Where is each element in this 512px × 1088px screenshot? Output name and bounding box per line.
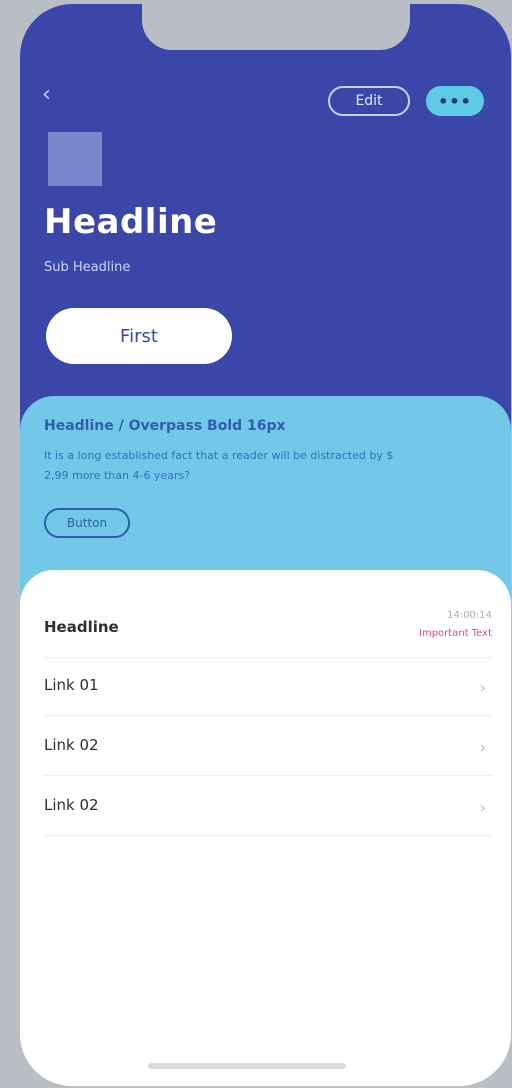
list-header-time: 14:00:14 xyxy=(447,610,492,621)
chevron-right-icon: › xyxy=(479,738,486,757)
home-indicator xyxy=(148,1063,346,1069)
list-item[interactable]: Link 02 › xyxy=(44,718,492,776)
page-subtitle: Sub Headline xyxy=(44,260,131,275)
list-item[interactable]: Link 01 › xyxy=(44,658,492,716)
chevron-right-icon: › xyxy=(479,678,486,697)
first-button[interactable]: First xyxy=(46,308,232,364)
back-chevron-left-icon[interactable]: ‹ xyxy=(42,84,51,106)
list-item-label: Link 01 xyxy=(44,676,99,694)
info-card-button[interactable]: Button xyxy=(44,508,130,538)
page-title: Headline xyxy=(44,202,218,242)
more-options-button[interactable]: ••• xyxy=(426,86,484,116)
chevron-right-icon: › xyxy=(479,798,486,817)
list-item-label: Link 02 xyxy=(44,796,99,814)
list-item[interactable]: Link 02 › xyxy=(44,778,492,836)
info-card-text: It is a long established fact that a rea… xyxy=(44,449,394,482)
list-item-label: Link 02 xyxy=(44,736,99,754)
hero-header: ‹ Edit ••• Headline Sub Headline First xyxy=(20,4,511,464)
list-header-important: Important Text xyxy=(419,628,492,639)
thumbnail-placeholder xyxy=(48,132,102,186)
list-sheet: Headline 14:00:14 Important Text Link 01… xyxy=(20,570,511,1086)
phone-screen: ‹ Edit ••• Headline Sub Headline First H… xyxy=(20,4,511,1086)
device-notch xyxy=(142,4,410,50)
list-header-row: Headline 14:00:14 Important Text xyxy=(44,600,492,658)
info-card-title: Headline / Overpass Bold 16px xyxy=(44,418,286,434)
list-header-label: Headline xyxy=(44,618,119,636)
edit-button[interactable]: Edit xyxy=(328,86,410,116)
